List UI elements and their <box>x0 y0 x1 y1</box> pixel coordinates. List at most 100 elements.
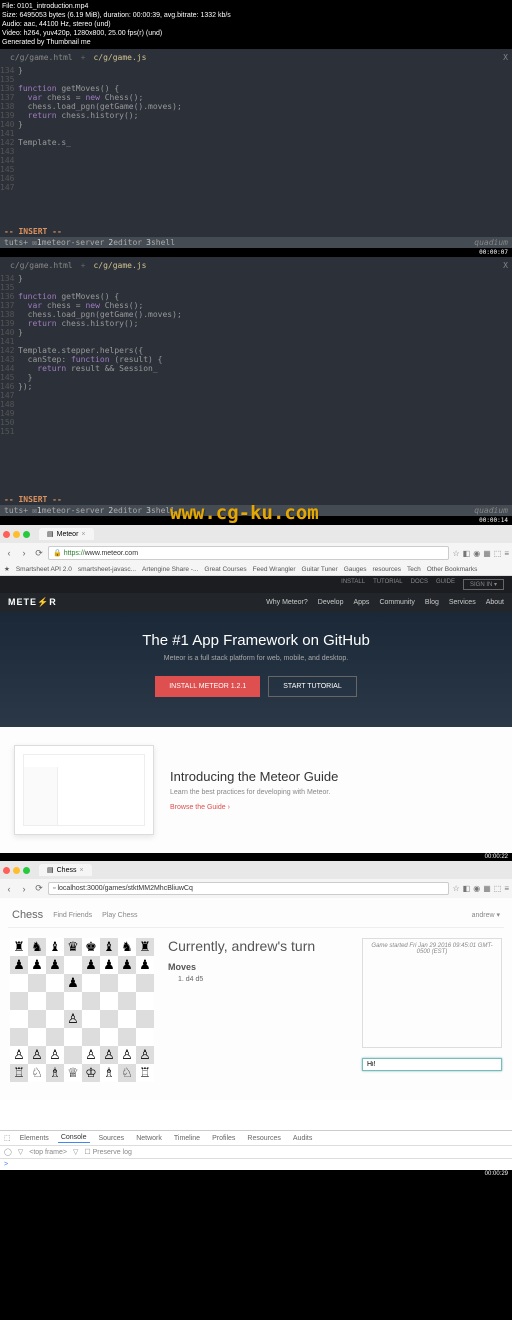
devtools-tab[interactable]: Elements <box>17 1134 52 1143</box>
chess-square[interactable]: ♕ <box>64 1064 82 1082</box>
console-prompt[interactable]: > <box>0 1159 512 1170</box>
chess-square[interactable]: ♚ <box>82 938 100 956</box>
bookmark-item[interactable]: Smartsheet API 2.0 <box>16 566 72 573</box>
chess-square[interactable]: ♟ <box>136 956 154 974</box>
chess-square[interactable] <box>64 956 82 974</box>
devtools-control[interactable]: ◯ <box>4 1148 12 1156</box>
chess-square[interactable] <box>100 1028 118 1046</box>
code-body[interactable]: 134}135136function getMoves() {137 var c… <box>0 66 512 226</box>
chess-square[interactable] <box>136 1010 154 1028</box>
chess-square[interactable]: ♟ <box>46 956 64 974</box>
devtools-tab[interactable]: Timeline <box>171 1134 203 1143</box>
chess-square[interactable]: ♙ <box>46 1046 64 1064</box>
chess-square[interactable] <box>100 992 118 1010</box>
chess-square[interactable] <box>28 1028 46 1046</box>
tab-close-icon[interactable]: × <box>81 531 85 538</box>
subnav-item[interactable]: DOCS <box>411 579 428 590</box>
ext-icon[interactable]: ⬚ <box>494 884 502 893</box>
bookmark-item[interactable]: Gauges <box>344 566 367 573</box>
chess-square[interactable] <box>28 1010 46 1028</box>
chess-square[interactable]: ♛ <box>64 938 82 956</box>
win-1[interactable]: meteor-server <box>42 238 105 247</box>
ext-icon[interactable]: ☆ <box>452 549 459 558</box>
chess-square[interactable] <box>46 992 64 1010</box>
chess-square[interactable] <box>28 992 46 1010</box>
chess-square[interactable] <box>118 1028 136 1046</box>
chess-square[interactable]: ♙ <box>100 1046 118 1064</box>
nav-find-friends[interactable]: Find Friends <box>53 912 92 919</box>
install-button[interactable]: INSTALL METEOR 1.2.1 <box>155 676 260 697</box>
url-input[interactable]: ▫ localhost:3000/games/stktMM2MhcBliuwCq <box>48 882 449 895</box>
devtools-control[interactable]: ▽ <box>73 1148 78 1156</box>
guide-link[interactable]: Browse the Guide › <box>170 804 230 811</box>
chess-square[interactable]: ♟ <box>10 956 28 974</box>
chess-square[interactable] <box>118 992 136 1010</box>
chess-square[interactable]: ♜ <box>136 938 154 956</box>
chess-square[interactable]: ♟ <box>118 956 136 974</box>
chess-square[interactable] <box>118 974 136 992</box>
devtools-control[interactable]: <top frame> <box>29 1149 67 1156</box>
close-window-icon[interactable] <box>3 867 10 874</box>
menu-icon[interactable]: ≡ <box>504 549 509 558</box>
chess-square[interactable]: ♟ <box>64 974 82 992</box>
nav-item[interactable]: Services <box>449 599 476 606</box>
win-3[interactable]: shell <box>151 506 175 515</box>
chess-square[interactable] <box>118 1010 136 1028</box>
chess-square[interactable]: ♜ <box>10 938 28 956</box>
ext-icon[interactable]: ▦ <box>483 549 491 558</box>
chess-square[interactable]: ♞ <box>118 938 136 956</box>
ext-icon[interactable]: ◧ <box>463 549 471 558</box>
win-2[interactable]: editor <box>113 238 142 247</box>
ext-icon[interactable]: ⬚ <box>494 549 502 558</box>
chess-square[interactable]: ♟ <box>100 956 118 974</box>
nav-play-chess[interactable]: Play Chess <box>102 912 137 919</box>
chess-square[interactable] <box>82 974 100 992</box>
nav-item[interactable]: Community <box>379 599 414 606</box>
chess-square[interactable] <box>100 1010 118 1028</box>
devtools-tab[interactable]: Sources <box>96 1134 128 1143</box>
tab-game-html[interactable]: c/g/game.html <box>4 259 79 272</box>
devtools-control[interactable]: ▽ <box>18 1148 23 1156</box>
tab-game-js[interactable]: c/g/game.js <box>87 259 152 272</box>
bookmark-item[interactable]: resources <box>372 566 401 573</box>
bookmark-item[interactable]: Other Bookmarks <box>427 566 478 573</box>
nav-item[interactable]: Why Meteor? <box>266 599 308 606</box>
chess-square[interactable]: ♟ <box>82 956 100 974</box>
chess-square[interactable]: ♟ <box>28 956 46 974</box>
chess-square[interactable] <box>10 974 28 992</box>
chess-square[interactable] <box>28 974 46 992</box>
devtools-tab[interactable]: Profiles <box>209 1134 238 1143</box>
chess-square[interactable] <box>136 992 154 1010</box>
forward-button[interactable]: › <box>18 547 30 559</box>
bookmark-item[interactable]: Great Courses <box>204 566 246 573</box>
chess-square[interactable] <box>136 1028 154 1046</box>
chess-square[interactable]: ♔ <box>82 1064 100 1082</box>
chess-square[interactable] <box>10 992 28 1010</box>
chess-square[interactable]: ♖ <box>10 1064 28 1082</box>
devtools-tab[interactable]: Console <box>58 1133 90 1143</box>
chess-square[interactable]: ♙ <box>136 1046 154 1064</box>
reload-button[interactable]: ⟳ <box>33 883 45 895</box>
chess-square[interactable] <box>64 1046 82 1064</box>
forward-button[interactable]: › <box>18 883 30 895</box>
chess-square[interactable] <box>46 1028 64 1046</box>
subnav-item[interactable]: GUIDE <box>436 579 455 590</box>
signin-button[interactable]: SIGN IN ▾ <box>463 579 504 590</box>
chess-square[interactable]: ♙ <box>82 1046 100 1064</box>
bookmark-item[interactable]: Feed Wrangler <box>253 566 296 573</box>
chess-square[interactable]: ♘ <box>28 1064 46 1082</box>
chess-board[interactable]: ♜♞♝♛♚♝♞♜♟♟♟♟♟♟♟♟♙♙♙♙♙♙♙♙♖♘♗♕♔♗♘♖ <box>10 938 154 1082</box>
chess-square[interactable]: ♖ <box>136 1064 154 1082</box>
tab-close-icon[interactable]: × <box>79 867 83 874</box>
chess-square[interactable] <box>10 1010 28 1028</box>
tutorial-button[interactable]: START TUTORIAL <box>268 676 356 697</box>
chess-square[interactable] <box>100 974 118 992</box>
chess-square[interactable]: ♙ <box>64 1010 82 1028</box>
devtools-control[interactable]: ☐ Preserve log <box>84 1148 132 1156</box>
win-1[interactable]: meteor-server <box>42 506 105 515</box>
chess-square[interactable] <box>46 1010 64 1028</box>
chess-square[interactable]: ♘ <box>118 1064 136 1082</box>
maximize-window-icon[interactable] <box>23 867 30 874</box>
ext-icon[interactable]: ◉ <box>473 884 480 893</box>
menu-icon[interactable]: ≡ <box>504 884 509 893</box>
